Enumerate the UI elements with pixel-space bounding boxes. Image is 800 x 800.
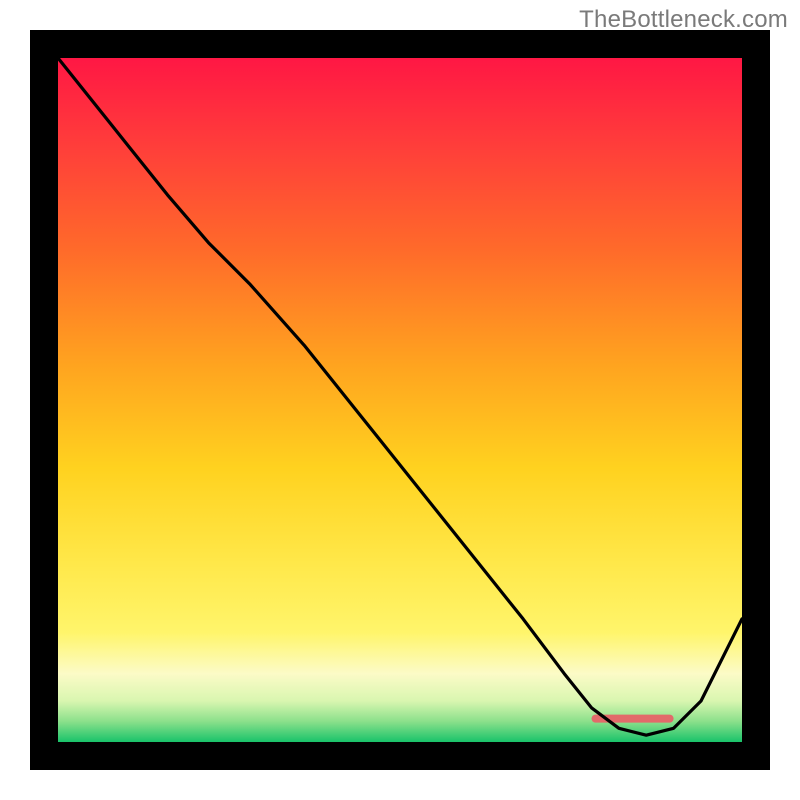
gradient-line-chart <box>30 30 770 770</box>
watermark-text: TheBottleneck.com <box>579 6 788 34</box>
gradient-background <box>58 58 742 742</box>
chart-frame <box>30 30 770 770</box>
